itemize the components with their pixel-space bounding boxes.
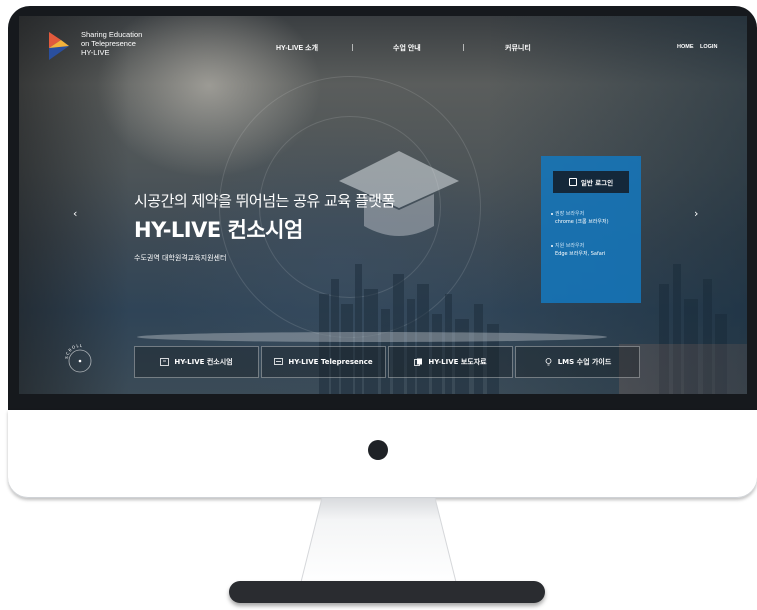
site-header: Sharing Education on Telepresence HY-LIV… (19, 16, 747, 76)
quick-link-label: HY-LIVE 보도자료 (428, 358, 487, 366)
next-slide-arrow-icon[interactable]: › (694, 207, 698, 220)
general-login-button[interactable]: 일반 로그인 (553, 171, 629, 193)
logo-line: on Telepresence (81, 39, 136, 48)
quick-link-label: LMS 수업 가이드 (557, 358, 612, 366)
copy-icon (414, 358, 423, 366)
lock-icon (568, 178, 577, 186)
hero-subtitle: 시공간의 제약을 뛰어넘는 공유 교육 플랫폼 (134, 192, 395, 210)
lightbulb-icon (545, 358, 552, 366)
nav-separator (352, 44, 353, 51)
screen-icon (274, 358, 284, 365)
quick-link-telepresence[interactable]: HY-LIVE Telepresence (261, 346, 386, 378)
hero-description: 수도권역 대학원격교육지원센터 (134, 254, 227, 262)
quick-link-press[interactable]: HY-LIVE 보도자료 (388, 346, 513, 378)
logo-text[interactable]: Sharing Education on Telepresence HY-LIV… (81, 30, 161, 57)
browser-title: 지원 브라우저 (555, 243, 585, 249)
svg-text:SCROLL: SCROLL (64, 343, 83, 359)
nav-separator (463, 44, 464, 51)
prev-slide-arrow-icon[interactable]: ‹ (73, 207, 77, 220)
monitor-button (368, 440, 388, 460)
bullet-icon (551, 213, 553, 215)
nav-item-community[interactable]: 커뮤니티 (505, 43, 531, 53)
logo-line: HY-LIVE (81, 48, 110, 57)
browser-detail: Edge 브라우저, Safari (555, 251, 606, 257)
hy-live-logo-icon[interactable] (47, 30, 71, 62)
home-link[interactable]: HOME (677, 44, 694, 50)
recommended-browser-info: 권장 브라우저 chrome (크롬 브라우저) (551, 210, 609, 226)
scroll-label: SCROLL (64, 343, 82, 359)
hero-title: HY-LIVE 컨소시엄 (134, 218, 303, 242)
login-panel: 일반 로그인 권장 브라우저 chrome (크롬 브라우저) 지원 브라우저 … (541, 156, 641, 303)
monitor-stand-neck (300, 498, 457, 586)
website-screen: Sharing Education on Telepresence HY-LIV… (19, 16, 747, 394)
browser-title: 권장 브라우저 (555, 211, 585, 217)
bullet-icon (551, 245, 553, 247)
building-icon (160, 358, 170, 366)
nav-item-class-info[interactable]: 수업 안내 (393, 43, 421, 53)
scroll-indicator[interactable]: SCROLL (62, 341, 98, 377)
laptop-tray-image (137, 332, 607, 342)
quick-link-label: HY-LIVE Telepresence (288, 358, 373, 366)
login-link[interactable]: LOGIN (700, 44, 717, 50)
browser-detail: chrome (크롬 브라우저) (555, 219, 609, 225)
quick-link-consortium[interactable]: HY-LIVE 컨소시엄 (134, 346, 259, 378)
quick-link-lms-guide[interactable]: LMS 수업 가이드 (515, 346, 640, 378)
nav-item-about[interactable]: HY-LIVE 소개 (276, 43, 318, 53)
logo-line: Sharing Education (81, 30, 143, 39)
supported-browser-info: 지원 브라우저 Edge 브라우저, Safari (551, 242, 606, 258)
monitor-stand-base (229, 581, 545, 603)
login-button-label: 일반 로그인 (580, 179, 614, 187)
quick-link-label: HY-LIVE 컨소시엄 (174, 358, 233, 366)
